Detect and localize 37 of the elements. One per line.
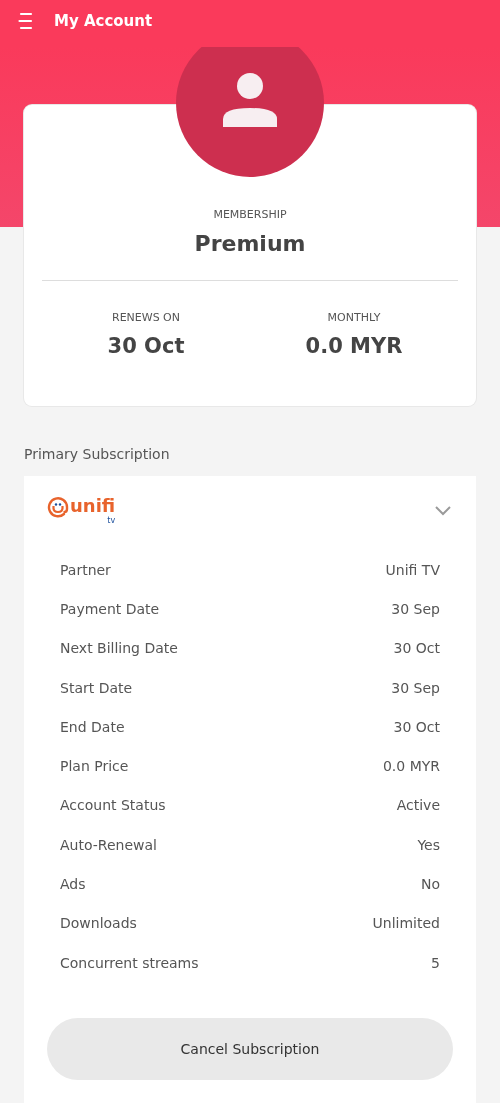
logo-text: unifi [70,496,116,516]
detail-label: Ads [60,876,86,892]
stat-label: RENEWS ON [112,311,180,324]
detail-value: 5 [431,954,440,971]
detail-label: Downloads [60,915,137,932]
detail-label: Auto-Renewal [60,836,157,853]
detail-value: 30 Sep [391,600,440,617]
detail-label: Partner [60,561,111,578]
stat-value: 0.0 MYR [305,334,403,358]
chevron-icon[interactable] [435,505,451,516]
detail-label: Payment Date [60,600,160,617]
smiley-logo-icon [47,496,69,518]
membership-value: Premium [194,231,306,256]
detail-label: Concurrent streams [60,954,199,971]
detail-value: 0.0 MYR [382,758,440,775]
detail-value: Yes [417,836,440,853]
detail-value: Unifi TV [385,561,440,578]
stat-label: MONTHLY [327,311,381,324]
person-icon [222,72,278,128]
screen-title: My Account [54,11,153,30]
detail-label: Next Billing Date [60,640,178,657]
detail-value: Active [396,797,440,814]
detail-value: No [420,876,440,892]
section-title: Primary Subscription [24,446,171,462]
detail-label: End Date [60,718,125,735]
membership-label: MEMBERSHIP [213,208,287,221]
detail-value: 30 Sep [391,679,440,696]
stat-value: 30 Oct [107,334,185,358]
detail-label: Start Date [60,679,133,696]
detail-label: Plan Price [60,758,129,775]
detail-label: Account Status [60,797,166,814]
logo-subtext: tv [107,516,116,525]
menu-icon[interactable] [18,11,34,30]
detail-value: 30 Oct [393,640,440,657]
detail-value: Unlimited [372,915,440,932]
detail-value: 30 Oct [393,718,440,735]
cancel-subscription-button[interactable]: Cancel Subscription [47,1018,453,1081]
